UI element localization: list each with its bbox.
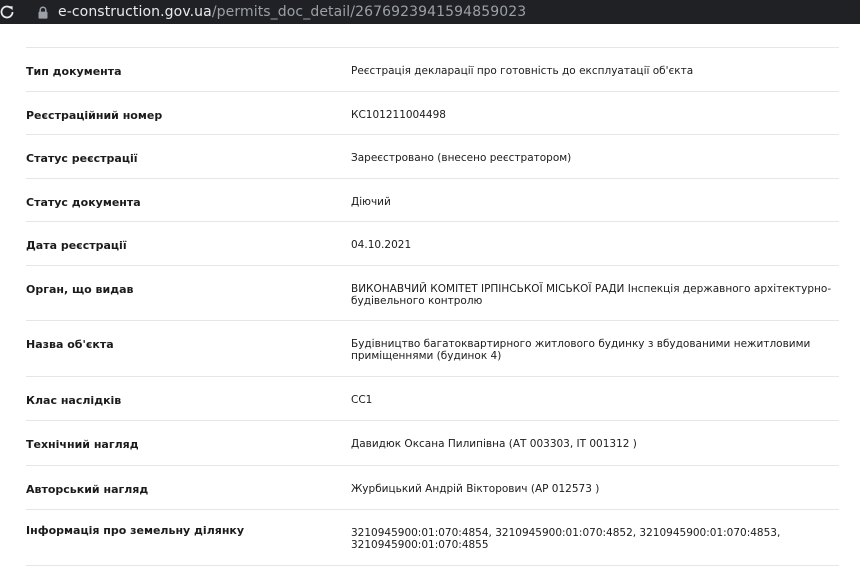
row-value: СС1 [351, 394, 373, 406]
row-value: Реєстрація декларації про готовність до … [351, 65, 694, 77]
table-row: Реєстраційний номер КС101211004498 [26, 92, 839, 135]
row-label: Дата реєстрації [26, 239, 127, 252]
table-row: Технічний нагляд Давидюк Оксана Пилипівн… [26, 421, 839, 466]
row-value: ВИКОНАВЧИЙ КОМІТЕТ ІРПІНСЬКОЇ МІСЬКОЇ РА… [351, 283, 832, 307]
document-details-table: Тип документа Реєстрація декларації про … [26, 47, 839, 566]
url-path: /permits_doc_detail/2676923941594859023 [211, 4, 527, 20]
row-value: 3210945900:01:070:4854, 3210945900:01:07… [351, 527, 781, 551]
row-label: Статус реєстрації [26, 152, 138, 165]
lock-icon[interactable] [36, 0, 50, 24]
row-label: Реєстраційний номер [26, 109, 163, 122]
table-row: Назва об'єкта Будівництво багатоквартирн… [26, 321, 839, 377]
table-row: Статус реєстрації Зареєстровано (внесено… [26, 135, 839, 179]
row-label: Тип документа [26, 65, 122, 78]
row-value: 04.10.2021 [351, 239, 412, 251]
row-label: Статус документа [26, 196, 141, 209]
row-label: Клас наслідків [26, 394, 122, 407]
row-label: Орган, що видав [26, 283, 134, 296]
url-text[interactable]: e-construction.gov.ua/permits_doc_detail… [58, 4, 526, 20]
row-value: Журбицький Андрій Вікторович (АР 012573 … [351, 483, 600, 495]
table-row: Тип документа Реєстрація декларації про … [26, 48, 839, 92]
row-value: КС101211004498 [351, 109, 446, 121]
row-label: Назва об'єкта [26, 338, 114, 351]
row-value: Діючий [351, 196, 391, 208]
row-label: Технічний нагляд [26, 438, 139, 451]
browser-address-bar[interactable]: e-construction.gov.ua/permits_doc_detail… [0, 0, 860, 24]
table-row: Інформація про земельну ділянку 32109459… [26, 510, 839, 566]
row-value: Давидюк Оксана Пилипівна (АТ 003303, ІТ … [351, 438, 637, 450]
row-label: Інформація про земельну ділянку [26, 524, 245, 537]
table-row: Орган, що видав ВИКОНАВЧИЙ КОМІТЕТ ІРПІН… [26, 266, 839, 321]
row-value: Будівництво багатоквартирного житлового … [351, 338, 811, 362]
row-label: Авторський нагляд [26, 483, 149, 496]
table-row: Дата реєстрації 04.10.2021 [26, 222, 839, 266]
url-host: e-construction.gov.ua [58, 4, 212, 20]
table-row: Авторський нагляд Журбицький Андрій Вікт… [26, 466, 839, 510]
row-value: Зареєстровано (внесено реєстратором) [351, 152, 572, 164]
table-row: Статус документа Діючий [26, 179, 839, 222]
table-row: Клас наслідків СС1 [26, 377, 839, 421]
reload-icon[interactable] [0, 0, 19, 24]
